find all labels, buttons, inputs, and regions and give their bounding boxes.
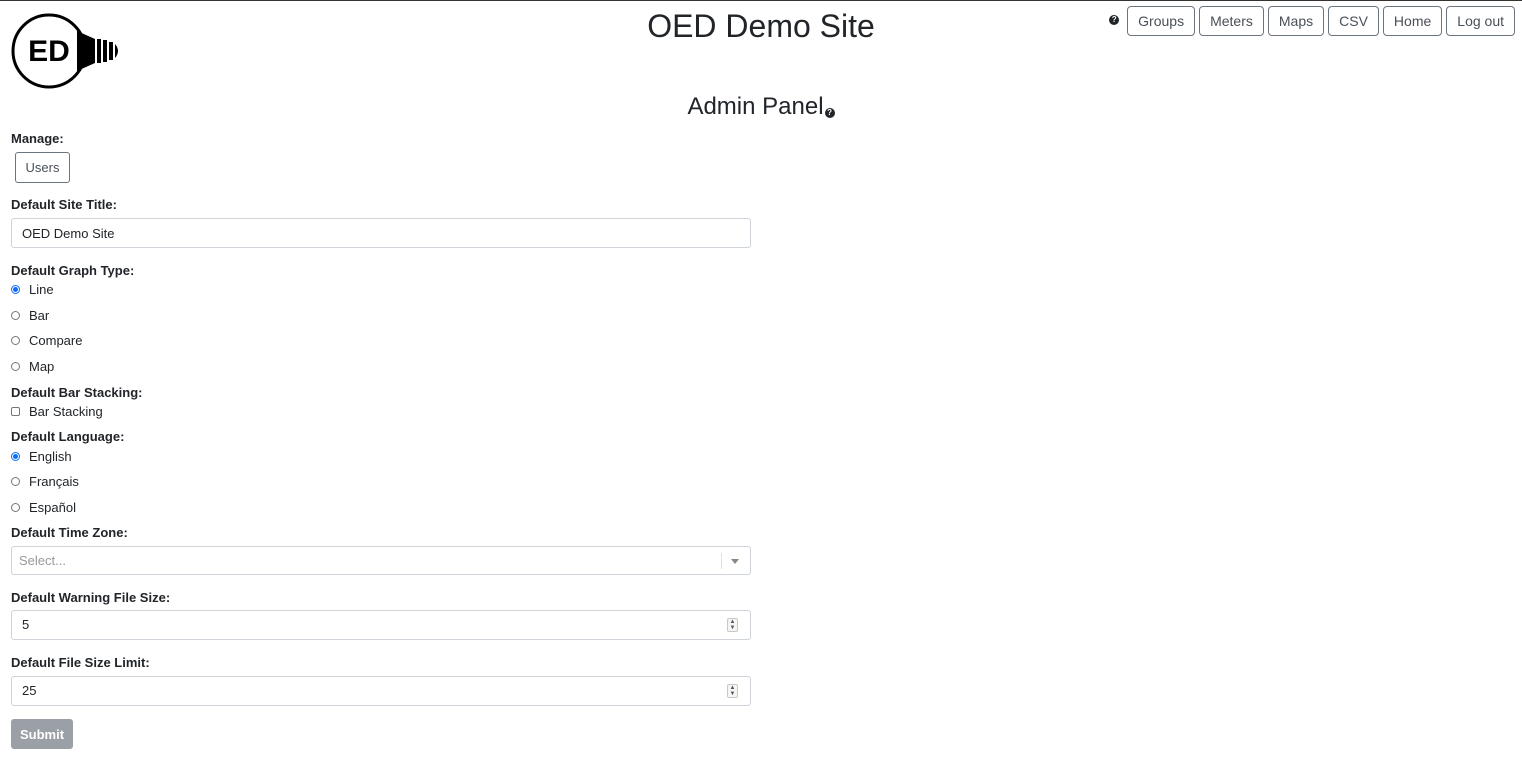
- radio-map[interactable]: [11, 362, 20, 371]
- size-limit-input[interactable]: 25 ▲ ▼: [11, 676, 751, 706]
- groups-button[interactable]: Groups: [1127, 6, 1196, 36]
- csv-button[interactable]: CSV: [1328, 6, 1379, 36]
- option-label: English: [29, 449, 72, 464]
- language-option-english[interactable]: English: [11, 449, 72, 464]
- timezone-placeholder: Select...: [19, 553, 66, 568]
- graph-type-option-line[interactable]: Line: [11, 282, 54, 297]
- users-button[interactable]: Users: [15, 152, 70, 183]
- submit-button[interactable]: Submit: [11, 719, 73, 749]
- option-label: Bar: [29, 308, 50, 323]
- option-label: Español: [29, 500, 76, 515]
- timezone-label: Default Time Zone:: [11, 525, 128, 540]
- radio-compare[interactable]: [11, 336, 20, 345]
- maps-button[interactable]: Maps: [1267, 6, 1325, 36]
- language-label: Default Language:: [11, 429, 125, 444]
- option-label: Map: [29, 359, 55, 374]
- page-title: Admin Panel?: [0, 91, 1522, 123]
- logout-button[interactable]: Log out: [1446, 6, 1515, 36]
- bar-stacking-option[interactable]: Bar Stacking: [11, 404, 103, 419]
- size-limit-value: 25: [22, 683, 37, 698]
- language-option-spanish[interactable]: Español: [11, 500, 76, 515]
- number-spinner-icon[interactable]: ▲ ▼: [727, 684, 738, 698]
- help-icon[interactable]: ?: [824, 108, 835, 118]
- timezone-select[interactable]: Select...: [11, 546, 751, 575]
- site-title-label: Default Site Title:: [11, 197, 117, 212]
- option-label: Compare: [29, 333, 83, 348]
- site-title-input[interactable]: [11, 218, 751, 248]
- warning-size-input[interactable]: 5 ▲ ▼: [11, 610, 751, 640]
- graph-type-option-map[interactable]: Map: [11, 359, 54, 374]
- size-limit-label: Default File Size Limit:: [11, 655, 150, 670]
- bar-stacking-label: Default Bar Stacking:: [11, 385, 143, 400]
- graph-type-label: Default Graph Type:: [11, 263, 135, 278]
- help-icon[interactable]: ?: [1109, 15, 1120, 25]
- page-title-text: Admin Panel: [687, 93, 824, 120]
- select-divider: [721, 553, 722, 569]
- radio-spanish[interactable]: [11, 503, 20, 512]
- radio-bar[interactable]: [11, 311, 20, 320]
- language-option-french[interactable]: Français: [11, 474, 79, 489]
- warning-size-value: 5: [22, 617, 30, 632]
- number-spinner-icon[interactable]: ▲ ▼: [727, 618, 738, 632]
- radio-french[interactable]: [11, 477, 20, 486]
- radio-english[interactable]: [11, 452, 20, 461]
- manage-label: Manage:: [11, 131, 64, 146]
- bar-stacking-checkbox[interactable]: [11, 407, 20, 416]
- chevron-down-icon[interactable]: [731, 559, 739, 564]
- graph-type-option-bar[interactable]: Bar: [11, 308, 49, 323]
- top-nav: ? Groups Meters Maps CSV Home Log out: [1109, 6, 1515, 36]
- option-label: Bar Stacking: [29, 404, 103, 419]
- home-button[interactable]: Home: [1382, 6, 1443, 36]
- radio-line[interactable]: [11, 285, 20, 294]
- option-label: Français: [29, 474, 79, 489]
- warning-size-label: Default Warning File Size:: [11, 590, 171, 605]
- graph-type-option-compare[interactable]: Compare: [11, 333, 82, 348]
- meters-button[interactable]: Meters: [1199, 6, 1264, 36]
- option-label: Line: [29, 282, 54, 297]
